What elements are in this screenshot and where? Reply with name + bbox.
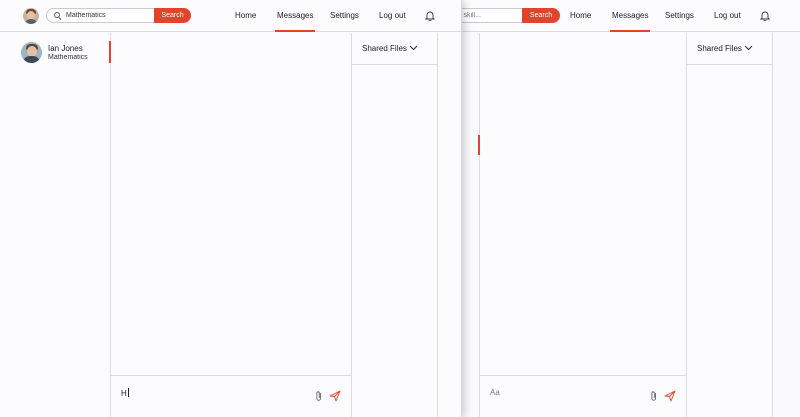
nav-messages[interactable]: Messages <box>609 11 651 32</box>
contact-item[interactable]: Ian Jones Mathematics <box>0 33 110 73</box>
chevron-down-icon[interactable] <box>409 45 418 51</box>
nav-home[interactable]: Home <box>235 11 256 20</box>
top-bar: Search Home Messages Settings Log out <box>457 0 800 32</box>
search-input[interactable] <box>458 12 518 19</box>
contact-preview: Mathematics <box>48 54 88 61</box>
search-input[interactable] <box>66 12 146 19</box>
composer: H <box>111 375 351 417</box>
main-window: Search Home Messages Settings Log out Ia… <box>0 0 462 417</box>
nav-logout[interactable]: Log out <box>714 11 741 20</box>
search-box[interactable] <box>457 8 522 23</box>
shared-files-label: Shared Files <box>697 44 742 53</box>
search-icon <box>54 11 62 20</box>
search-button[interactable]: Search <box>522 8 560 23</box>
chat-panel: H <box>109 33 351 417</box>
contacts-list: Ian Jones Mathematics <box>0 33 110 417</box>
shared-files-label: Shared Files <box>362 44 407 53</box>
top-bar: Search Home Messages Settings Log out <box>0 0 461 32</box>
active-indicator <box>478 135 480 155</box>
composer: Aa <box>480 375 686 417</box>
chat-panel: Aa <box>478 33 686 417</box>
active-indicator <box>109 41 111 63</box>
search-button[interactable]: Search <box>154 8 191 23</box>
search-box[interactable] <box>46 8 154 23</box>
user-avatar[interactable] <box>23 8 39 24</box>
nav-settings[interactable]: Settings <box>665 11 694 20</box>
search-bar: Search <box>46 8 191 23</box>
shared-files-header[interactable]: Shared Files <box>352 33 437 65</box>
search-bar: Search <box>457 8 560 23</box>
shared-files-panel: Shared Files <box>351 33 438 417</box>
contact-avatar <box>21 42 42 63</box>
send-icon[interactable] <box>664 390 676 402</box>
bell-icon[interactable] <box>760 10 770 21</box>
nav-home[interactable]: Home <box>570 11 591 20</box>
nav-messages[interactable]: Messages <box>274 11 316 32</box>
background-window: Search Home Messages Settings Log out Aa… <box>457 0 800 417</box>
chevron-down-icon[interactable] <box>744 45 753 51</box>
message-input[interactable]: H <box>121 388 129 398</box>
shared-files-panel: Shared Files <box>686 33 773 417</box>
shared-files-header[interactable]: Shared Files <box>687 33 772 65</box>
nav-settings[interactable]: Settings <box>330 11 359 20</box>
send-icon[interactable] <box>329 390 341 402</box>
text-caret <box>127 388 129 397</box>
paperclip-icon[interactable] <box>648 390 660 402</box>
nav-logout[interactable]: Log out <box>379 11 406 20</box>
message-input[interactable]: Aa <box>490 388 500 397</box>
paperclip-icon[interactable] <box>313 390 325 402</box>
contact-name: Ian Jones <box>48 44 83 53</box>
bell-icon[interactable] <box>425 10 435 21</box>
